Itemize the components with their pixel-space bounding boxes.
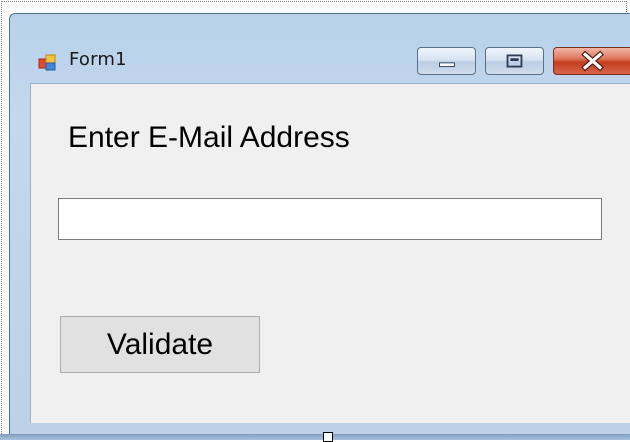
email-input[interactable]: [58, 198, 602, 240]
window-title: Form1: [69, 49, 127, 70]
close-icon: [581, 50, 604, 72]
maximize-icon: [506, 54, 523, 68]
form-app-icon: [38, 53, 56, 71]
form-bottom-edge: [0, 434, 630, 440]
close-button[interactable]: [553, 47, 630, 75]
validate-button[interactable]: Validate: [60, 316, 260, 373]
form-window: Form1 Enter E-Mail Address Validate: [9, 13, 630, 436]
minimize-icon: [439, 62, 455, 68]
resize-handle[interactable]: [323, 432, 333, 442]
form-client-area: Enter E-Mail Address Validate: [30, 83, 630, 423]
minimize-button[interactable]: [417, 47, 476, 75]
title-bar[interactable]: Form1: [10, 14, 630, 76]
email-label: Enter E-Mail Address: [68, 121, 350, 154]
maximize-button[interactable]: [485, 47, 544, 75]
